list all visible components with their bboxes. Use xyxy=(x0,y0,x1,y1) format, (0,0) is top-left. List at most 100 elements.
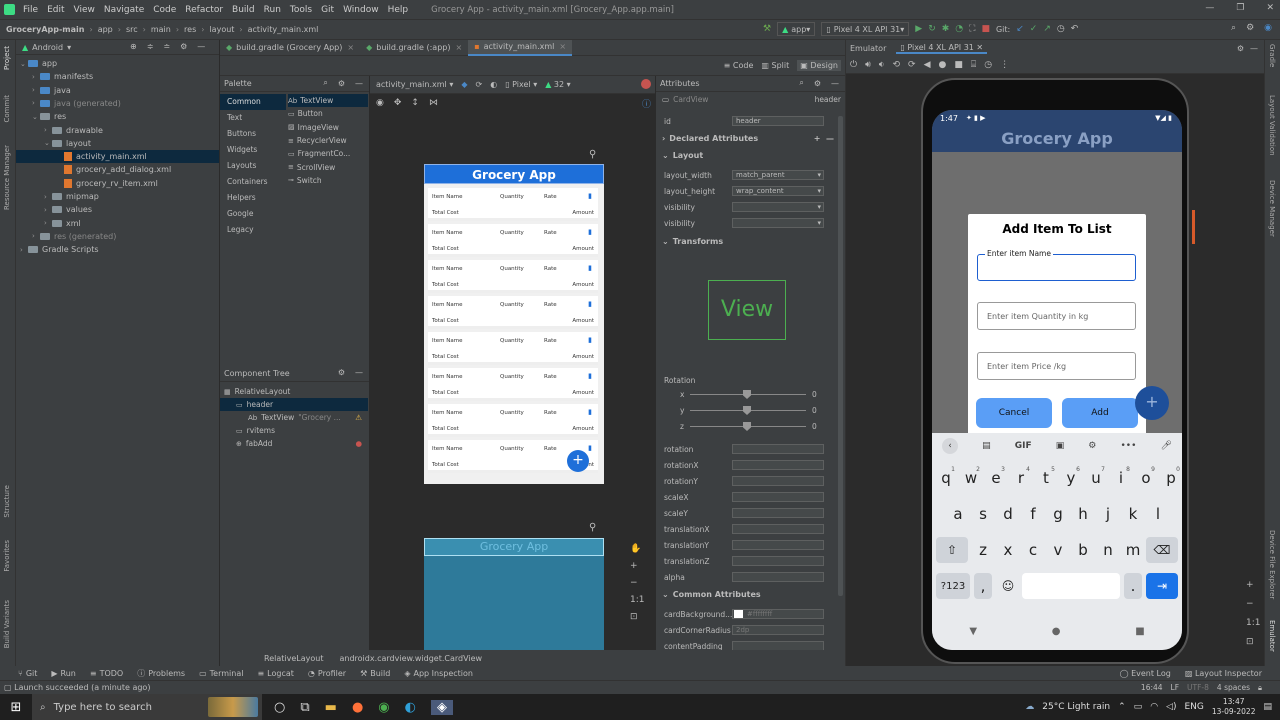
component-tree-item[interactable]: ▦ RelativeLayout xyxy=(220,385,368,398)
zoom-out-icon[interactable]: − xyxy=(630,578,644,588)
phone-fab[interactable]: + xyxy=(1135,386,1169,420)
cortana-icon[interactable]: ○ xyxy=(274,700,285,715)
structure-tool-button[interactable]: Structure xyxy=(3,485,11,518)
shift-key-icon[interactable]: ⇧ xyxy=(936,537,968,563)
minimize-icon[interactable]: — xyxy=(1205,3,1214,13)
attach-icon[interactable]: ⛶ xyxy=(969,24,975,34)
attr-input[interactable] xyxy=(732,444,824,454)
emulator-tool-button[interactable]: Emulator xyxy=(1268,620,1276,652)
breadcrumb-item[interactable]: activity_main.xml xyxy=(248,25,319,34)
key-w[interactable]: w2 xyxy=(960,465,982,491)
breadcrumb-item[interactable]: app xyxy=(98,25,113,34)
rotation-slider-thumb[interactable] xyxy=(743,390,751,399)
zoom-fit-icon[interactable]: ⊡ xyxy=(630,612,644,622)
editor-tab[interactable]: ▪ activity_main.xml × xyxy=(468,39,573,56)
menu-window[interactable]: Window xyxy=(343,5,379,15)
notification-icon[interactable]: ▤ xyxy=(1263,702,1272,712)
user-icon[interactable]: ◉ xyxy=(1264,23,1272,33)
key-i[interactable]: i8 xyxy=(1110,465,1132,491)
key-t[interactable]: t5 xyxy=(1035,465,1057,491)
hand-icon[interactable]: ✋ xyxy=(630,544,644,554)
tool-window-build[interactable]: ⚒ Build xyxy=(360,669,390,678)
attr-gear-icon[interactable]: ⚙ xyxy=(814,79,821,88)
comptree-hide-icon[interactable]: — xyxy=(355,368,363,377)
key-p[interactable]: p0 xyxy=(1160,465,1182,491)
attr-input[interactable]: #ffffffff xyxy=(732,609,824,619)
comma-key[interactable]: , xyxy=(974,573,992,599)
kb-back-icon[interactable]: ‹ xyxy=(942,438,958,454)
breadcrumb-item[interactable]: GroceryApp-main xyxy=(6,25,84,34)
component-tree-item[interactable]: ⊕ fabAdd ● xyxy=(220,437,368,450)
taskbar-search[interactable]: ⌕ Type here to search xyxy=(32,694,262,720)
chevron-right-icon[interactable]: › xyxy=(44,193,52,201)
symbols-key[interactable]: ?123 xyxy=(936,573,970,599)
item-price-input[interactable]: Enter item Price /kg xyxy=(977,352,1136,380)
menu-build[interactable]: Build xyxy=(232,5,255,15)
night-mode-icon[interactable]: ◐ xyxy=(490,80,497,89)
menu-run[interactable]: Run xyxy=(264,5,281,15)
palette-widget[interactable]: ≡ ScrollView xyxy=(288,160,368,173)
key-f[interactable]: f xyxy=(1022,501,1044,527)
tool-window-terminal[interactable]: ▭ Terminal xyxy=(199,669,243,678)
breadcrumb-item[interactable]: layout xyxy=(209,25,234,34)
palette-category[interactable]: Widgets xyxy=(220,142,286,158)
backspace-key-icon[interactable]: ⌫ xyxy=(1146,537,1178,563)
android-studio-task-icon[interactable]: ◈ xyxy=(430,699,453,715)
palette-widget[interactable]: ≡ RecyclerView xyxy=(288,134,368,147)
rollback-icon[interactable]: ↶ xyxy=(1071,24,1079,34)
code-mode-button[interactable]: ≡ Code xyxy=(724,61,754,70)
volume-down-icon[interactable]: 🔉︎ xyxy=(879,60,885,70)
preview-header[interactable]: Grocery App xyxy=(424,164,604,184)
chevron-right-icon[interactable]: › xyxy=(32,86,40,94)
key-o[interactable]: o9 xyxy=(1135,465,1157,491)
attr-input[interactable] xyxy=(732,492,824,502)
taskbar-clock[interactable]: 13:47 13-09-2022 xyxy=(1212,697,1256,717)
chevron-down-icon[interactable]: ⌄ xyxy=(44,139,52,147)
palette-category[interactable]: Legacy xyxy=(220,222,286,238)
project-tree-item[interactable]: ⌄ app xyxy=(16,57,219,70)
weather-text[interactable]: 25°C Light rain xyxy=(1042,702,1110,712)
palette-widget[interactable]: ▭ FragmentCo... xyxy=(288,147,368,160)
emulator-device-tab[interactable]: ▯ Pixel 4 XL API 31 ✕ xyxy=(896,43,988,54)
project-tree-item[interactable]: › java (generated) xyxy=(16,97,219,110)
battery-icon[interactable]: ▭ xyxy=(1134,702,1143,712)
palette-widget[interactable]: Ab TextView xyxy=(288,94,368,108)
profile-icon[interactable]: ◔ xyxy=(955,24,963,34)
menu-navigate[interactable]: Navigate xyxy=(104,5,144,15)
orientation-icon[interactable]: ⟳ xyxy=(476,80,483,89)
crumb-relativelayout[interactable]: RelativeLayout xyxy=(264,654,323,663)
key-a[interactable]: a xyxy=(947,501,969,527)
project-tree-item[interactable]: ⌄ layout xyxy=(16,137,219,150)
key-x[interactable]: x xyxy=(997,537,1019,563)
chevron-right-icon[interactable]: › xyxy=(44,206,52,214)
attr-select[interactable]: ▾ xyxy=(732,202,824,212)
zoom-in-icon[interactable]: + xyxy=(630,561,644,571)
palette-category[interactable]: Text xyxy=(220,110,286,126)
tool-window-run[interactable]: ▶ Run xyxy=(51,669,76,678)
tool-window-problems[interactable]: ⓘ Problems xyxy=(137,668,185,679)
attr-select[interactable]: wrap_content ▾ xyxy=(732,186,824,196)
project-tree-item[interactable]: › manifests xyxy=(16,70,219,83)
language-indicator[interactable]: ENG xyxy=(1184,702,1203,712)
project-tree-item[interactable]: › java xyxy=(16,84,219,97)
palette-gear-icon[interactable]: ⚙ xyxy=(338,79,345,88)
id-field[interactable]: header xyxy=(732,116,824,126)
palette-category[interactable]: Containers xyxy=(220,174,286,190)
declared-attributes-section[interactable]: › Declared Attributes + — xyxy=(662,134,834,143)
tool-window-git[interactable]: ⑂ Git xyxy=(18,669,37,678)
resource-manager-tool-button[interactable]: Resource Manager xyxy=(3,145,11,210)
chevron-down-icon[interactable]: ⌄ xyxy=(20,60,28,68)
file-encoding[interactable]: UTF-8 xyxy=(1187,683,1209,692)
attr-select[interactable]: ▾ xyxy=(732,218,824,228)
nav-home-icon[interactable]: ● xyxy=(1052,626,1061,637)
cancel-button[interactable]: Cancel xyxy=(976,398,1052,428)
palette-category[interactable]: Layouts xyxy=(220,158,286,174)
key-n[interactable]: n xyxy=(1097,537,1119,563)
hammer-icon[interactable]: ⚒ xyxy=(763,24,771,34)
preview-fab[interactable]: + xyxy=(567,450,589,472)
layout-preview[interactable]: Grocery App Item Name Quantity Rate Total C… xyxy=(424,164,604,484)
palette-widget[interactable]: ▭ Button xyxy=(288,107,368,120)
split-mode-button[interactable]: ▥ Split xyxy=(761,61,789,70)
rotate-right-icon[interactable]: ⟳ xyxy=(908,60,916,70)
volume-up-icon[interactable]: 🔊︎ xyxy=(865,60,871,70)
